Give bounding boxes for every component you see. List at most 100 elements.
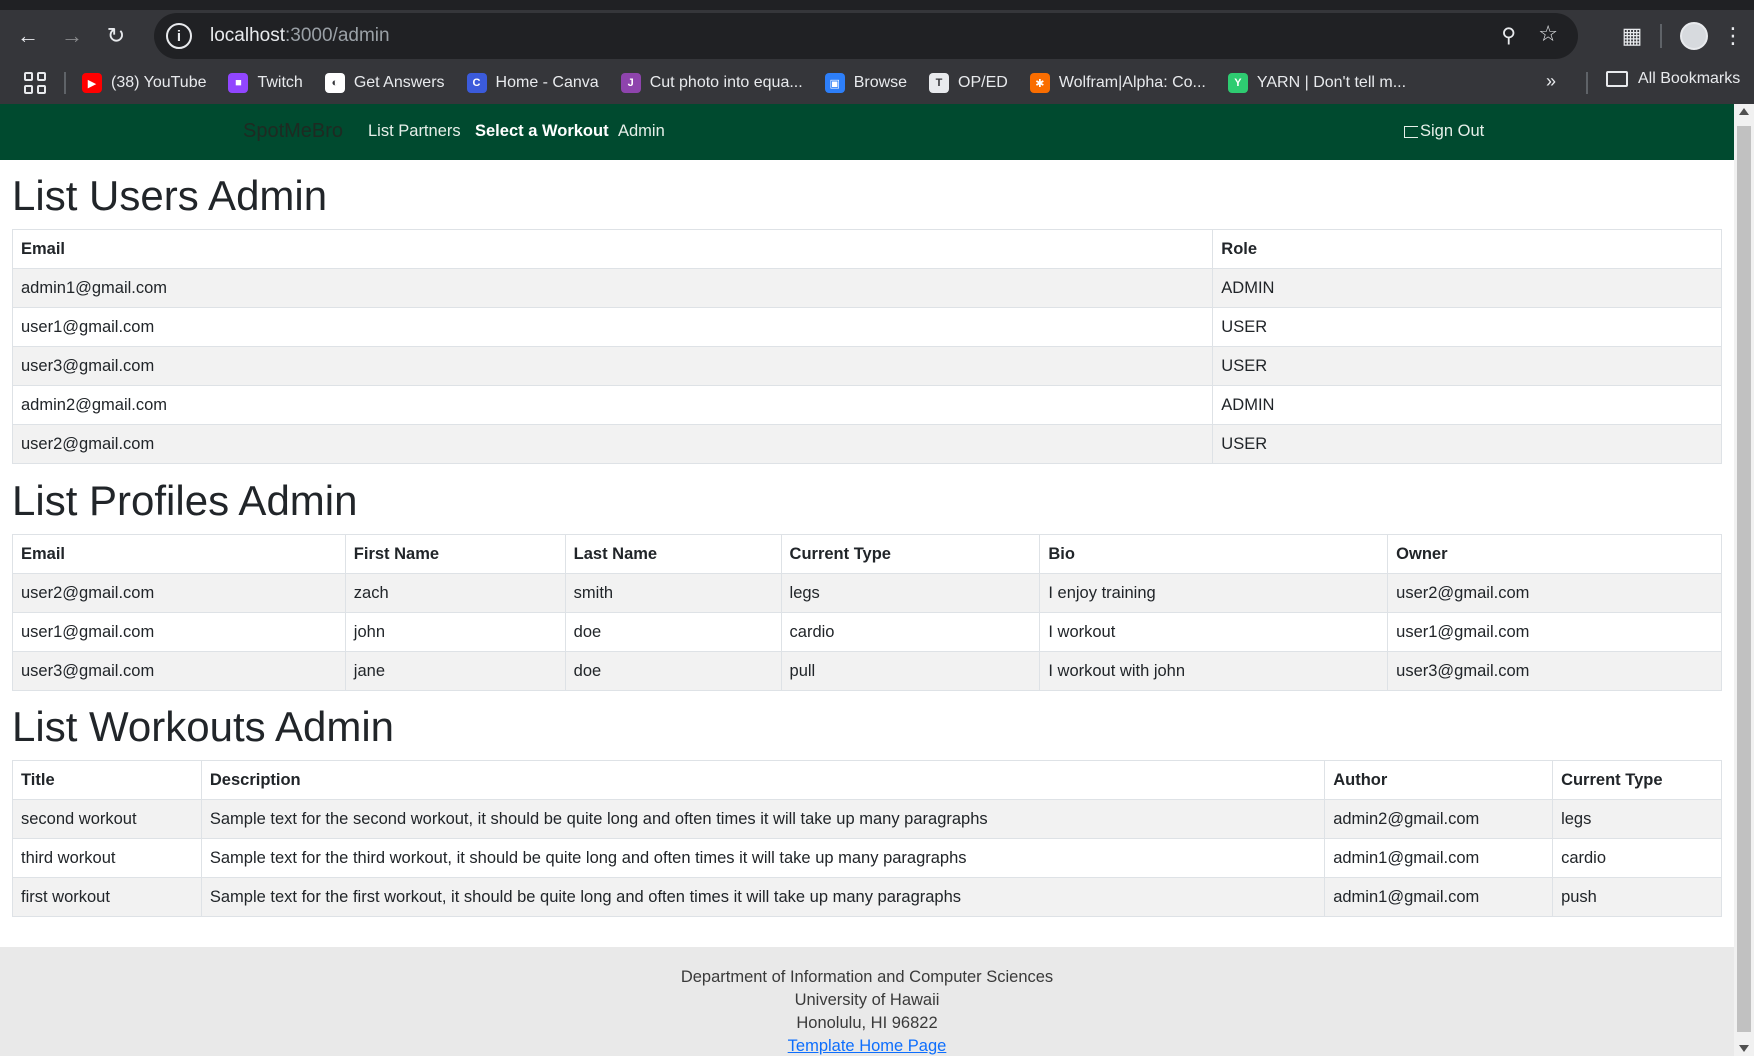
- bookmark-item[interactable]: ✱ Wolfram|Alpha: Co...: [1029, 73, 1206, 93]
- table-cell: first workout: [12, 877, 202, 917]
- table-cell: user2@gmail.com: [1387, 573, 1722, 613]
- more-bookmarks-icon[interactable]: »: [1546, 71, 1556, 92]
- app-navbar: SpotMeBro List Partners Select a Workout…: [0, 104, 1734, 160]
- bookmark-item[interactable]: ■ Twitch: [228, 73, 303, 93]
- page-scrollbar[interactable]: [1734, 104, 1754, 1056]
- table-cell: admin1@gmail.com: [1324, 877, 1554, 917]
- table-cell: USER: [1212, 424, 1722, 464]
- url-host: localhost: [210, 25, 285, 46]
- table-cell: I enjoy training: [1039, 573, 1389, 613]
- column-header: Last Name: [564, 534, 782, 574]
- site-info-icon[interactable]: i: [166, 23, 192, 49]
- page-viewport: SpotMeBro List Partners Select a Workout…: [0, 104, 1734, 1056]
- scrollbar-thumb[interactable]: [1737, 126, 1751, 1032]
- profiles-section-title: List Profiles Admin: [12, 477, 358, 524]
- bookmark-item[interactable]: C Home - Canva: [466, 73, 599, 93]
- zoom-icon[interactable]: ⚲: [1501, 23, 1516, 48]
- table-cell: admin1@gmail.com: [11, 268, 1214, 308]
- reload-icon[interactable]: ↻: [96, 16, 136, 56]
- bookmark-item[interactable]: T OP/ED: [929, 73, 1008, 93]
- yarn-icon: Y: [1227, 73, 1248, 93]
- table-cell: push: [1552, 877, 1722, 917]
- address-bar[interactable]: i localhost:3000/admin ⚲ ☆: [154, 13, 1578, 59]
- bookmark-label: Twitch: [257, 74, 303, 91]
- bookmarks-bar: ▶ (38) YouTube ■ Twitch ◐ Get Answers C Home - …: [0, 62, 1754, 104]
- column-header: First Name: [344, 534, 566, 574]
- bookmark-item[interactable]: ◐ Get Answers: [324, 73, 445, 93]
- table-cell: third workout: [12, 838, 202, 878]
- nav-list-partners[interactable]: List Partners: [368, 122, 461, 141]
- forward-arrow-icon[interactable]: →: [52, 16, 92, 56]
- table-cell: pull: [780, 651, 1041, 691]
- bookmark-item[interactable]: Y YARN | Don't tell m...: [1227, 73, 1406, 93]
- footer-department: Department of Information and Computer S…: [680, 968, 1054, 986]
- browser-menu-icon[interactable]: ⋮: [1718, 23, 1748, 49]
- nav-select-workout[interactable]: Select a Workout: [475, 122, 609, 141]
- bookmark-star-icon[interactable]: ☆: [1538, 21, 1558, 47]
- table-cell: doe: [564, 612, 782, 652]
- table-cell: user1@gmail.com: [1387, 612, 1722, 652]
- column-header: Bio: [1039, 534, 1389, 574]
- column-header: Email: [12, 534, 346, 574]
- all-bookmarks-button[interactable]: All Bookmarks: [1606, 70, 1740, 88]
- table-row: user2@gmail.com zach smith legs I enjoy trai…: [12, 573, 1722, 613]
- footer-address: Honolulu, HI 96822: [796, 1014, 938, 1032]
- scroll-down-arrow-icon[interactable]: [1739, 1045, 1749, 1052]
- bookmark-label: Browse: [853, 74, 908, 91]
- bookmark-item[interactable]: ▣ Browse: [824, 73, 908, 93]
- table-row: user1@gmail.com john doe cardio I workout use…: [12, 612, 1722, 652]
- scroll-up-arrow-icon[interactable]: [1739, 108, 1749, 115]
- all-bookmarks-label: All Bookmarks: [1638, 70, 1741, 87]
- table-cell: USER: [1212, 346, 1722, 386]
- bookmark-label: Get Answers: [353, 74, 445, 91]
- users-section-title: List Users Admin: [12, 172, 328, 219]
- users-table: Email Role admin1@gmail.com ADMIN user1@gma…: [11, 229, 1722, 464]
- table-cell: USER: [1212, 307, 1722, 347]
- table-row: user3@gmail.com jane doe pull I workout with…: [12, 651, 1722, 691]
- window-titlebar: [0, 0, 1754, 10]
- table-cell: ADMIN: [1212, 385, 1722, 425]
- youtube-icon: ▶: [82, 73, 102, 93]
- table-cell: john: [344, 612, 566, 652]
- table-cell: I workout with john: [1039, 651, 1389, 691]
- nav-admin[interactable]: Admin: [618, 122, 665, 141]
- column-header: Owner: [1387, 534, 1722, 574]
- table-row: admin1@gmail.com ADMIN: [11, 268, 1722, 308]
- jpg-icon: J: [620, 73, 641, 93]
- table-cell: legs: [780, 573, 1041, 613]
- table-cell: user3@gmail.com: [1387, 651, 1722, 691]
- table-cell: doe: [564, 651, 782, 691]
- table-row: third workout Sample text for the third w…: [12, 838, 1722, 878]
- profiles-table: Email First Name Last Name Current Type Bio O…: [12, 534, 1722, 691]
- apps-grid-icon[interactable]: [24, 72, 46, 94]
- table-row: user2@gmail.com USER: [11, 424, 1722, 464]
- table-cell: user3@gmail.com: [12, 651, 346, 691]
- column-header: Author: [1324, 760, 1554, 800]
- bookmark-item[interactable]: ▶ (38) YouTube: [82, 73, 206, 93]
- table-cell: user1@gmail.com: [11, 307, 1214, 347]
- bookmarks-divider: [1586, 72, 1588, 94]
- table-cell: Sample text for the third workout, it sh…: [200, 838, 1326, 878]
- column-header: Role: [1212, 229, 1722, 269]
- bookmark-item[interactable]: J Cut photo into equa...: [620, 73, 803, 93]
- table-cell: cardio: [780, 612, 1041, 652]
- table-row: second workout Sample text for the second…: [12, 799, 1722, 839]
- template-home-link[interactable]: Template Home Page: [788, 1037, 947, 1055]
- wolfram-icon: ✱: [1029, 73, 1050, 93]
- sign-out-link[interactable]: Sign Out: [1404, 122, 1484, 141]
- table-cell: legs: [1552, 799, 1722, 839]
- table-cell: user3@gmail.com: [11, 346, 1214, 386]
- bookmark-label: Home - Canva: [495, 74, 599, 91]
- extensions-icon[interactable]: ▦: [1612, 16, 1652, 56]
- column-header: Current Type: [1552, 760, 1722, 800]
- column-header: Description: [200, 760, 1326, 800]
- canva-icon: C: [466, 73, 487, 93]
- table-row: user3@gmail.com USER: [11, 346, 1722, 386]
- back-arrow-icon[interactable]: ←: [8, 16, 48, 56]
- bookmark-label: OP/ED: [958, 74, 1008, 91]
- table-cell: admin1@gmail.com: [1324, 838, 1554, 878]
- profile-avatar[interactable]: [1680, 22, 1708, 50]
- table-row: user1@gmail.com USER: [11, 307, 1722, 347]
- url-text[interactable]: localhost:3000/admin: [210, 25, 390, 47]
- brand-link[interactable]: SpotMeBro: [243, 120, 343, 143]
